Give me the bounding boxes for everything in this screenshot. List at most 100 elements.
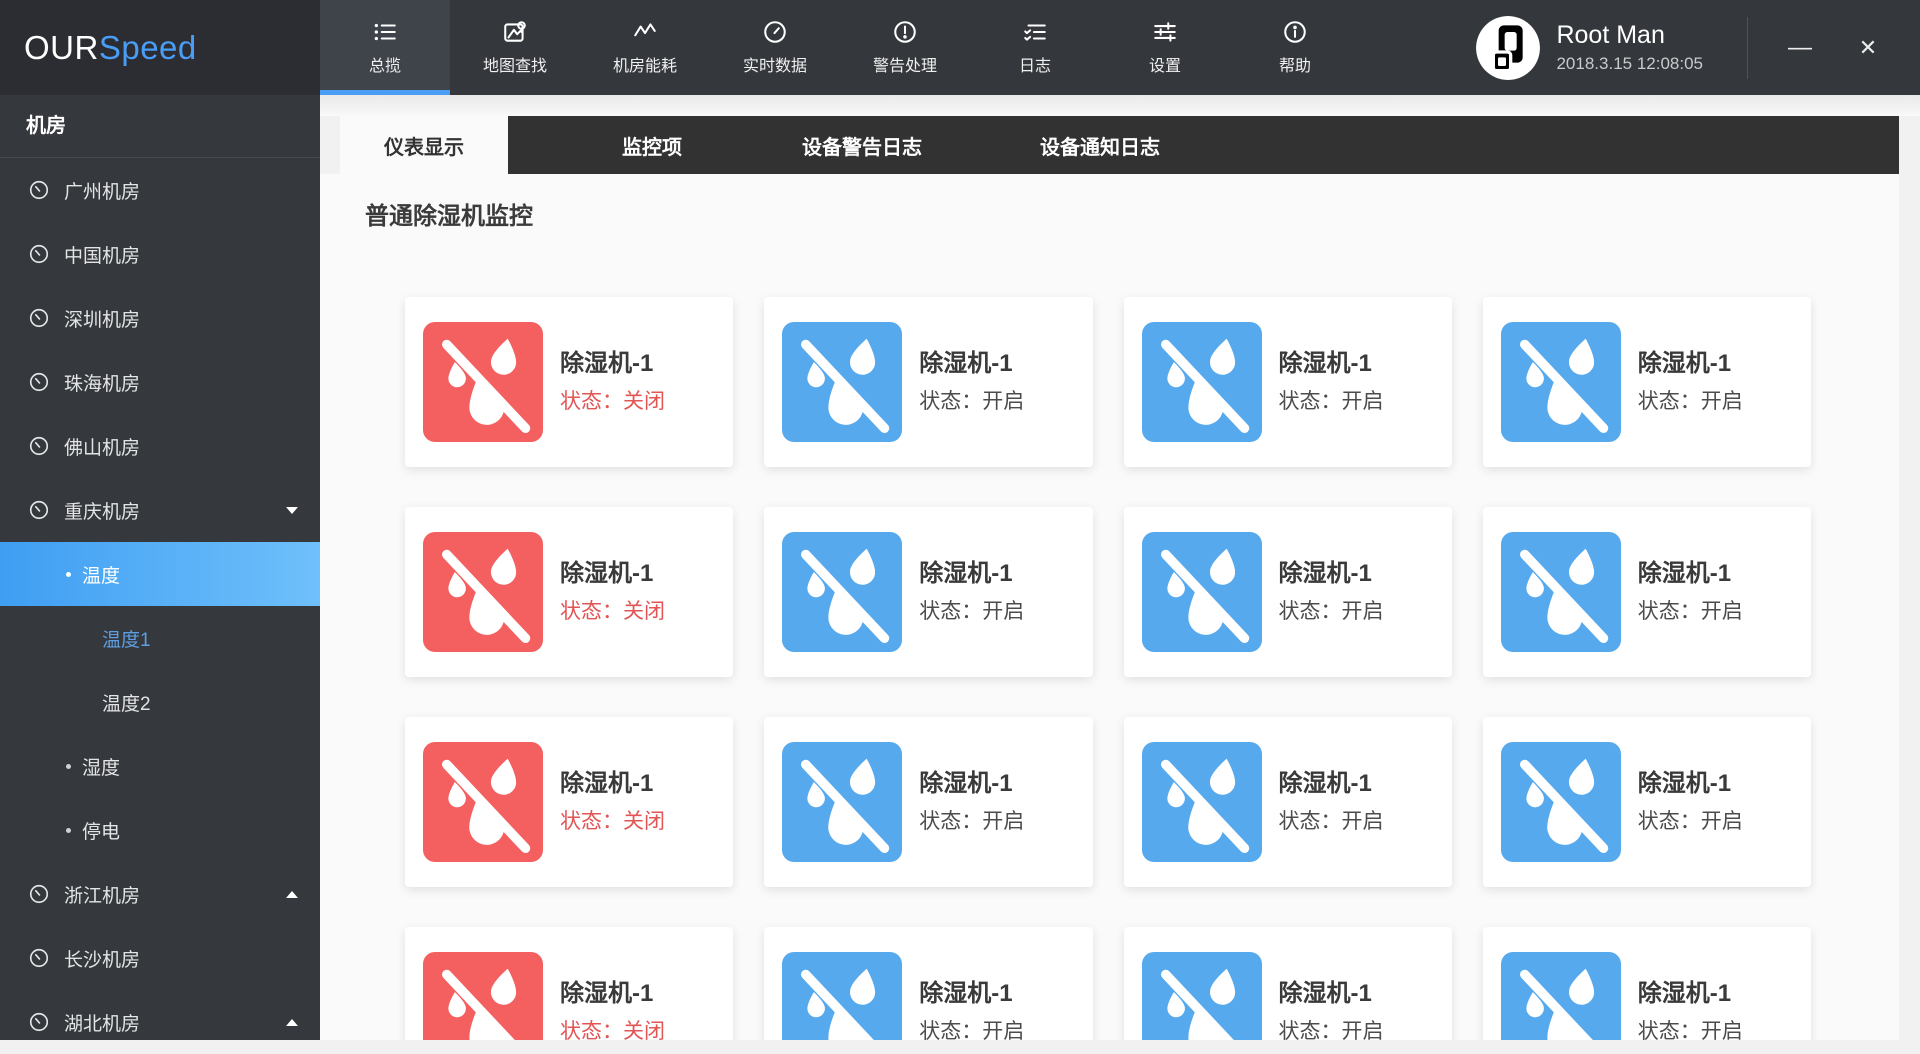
device-name: 除湿机-1 bbox=[919, 978, 1024, 1010]
header-divider bbox=[1747, 17, 1748, 79]
nav-item-settings[interactable]: 设置 bbox=[1100, 0, 1230, 95]
gauge-icon bbox=[28, 1011, 50, 1033]
app-logo: OURSpeed bbox=[24, 29, 197, 67]
device-name: 除湿机-1 bbox=[1638, 348, 1743, 380]
device-card[interactable]: 除湿机-1 状态：开启 bbox=[764, 297, 1092, 467]
sidebar-item-湿度[interactable]: 湿度 bbox=[0, 734, 320, 798]
sidebar-item-label: 佛山机房 bbox=[64, 433, 140, 460]
sidebar-item-温度2[interactable]: 温度2 bbox=[0, 670, 320, 734]
device-card[interactable]: 除湿机-1 状态：关闭 bbox=[405, 927, 733, 1040]
sidebar-item-湖北机房[interactable]: 湖北机房 bbox=[0, 990, 320, 1054]
device-card[interactable]: 除湿机-1 状态：关闭 bbox=[405, 297, 733, 467]
device-card[interactable]: 除湿机-1 状态：关闭 bbox=[405, 507, 733, 677]
sidebar-item-label: 浙江机房 bbox=[64, 881, 140, 908]
device-card[interactable]: 除湿机-1 状态：开启 bbox=[764, 927, 1092, 1040]
nav-item-overview[interactable]: 总揽 bbox=[320, 0, 450, 95]
sidebar-item-label: 珠海机房 bbox=[64, 369, 140, 396]
main-content: 仪表显示 监控项 设备警告日志 设备通知日志 普通除湿机监控 除湿机-1 状态：… bbox=[320, 95, 1920, 1040]
sidebar-item-label: 重庆机房 bbox=[64, 497, 140, 524]
tab-device-warning-log[interactable]: 设备警告日志 bbox=[738, 116, 986, 174]
device-status: 状态：开启 bbox=[1638, 1018, 1743, 1040]
dehumidifier-on-icon bbox=[1142, 952, 1262, 1040]
nav-item-realtime-data[interactable]: 实时数据 bbox=[710, 0, 840, 95]
device-card-text: 除湿机-1 状态：开启 bbox=[1279, 768, 1384, 836]
alert-circle-icon bbox=[892, 19, 918, 45]
device-card-text: 除湿机-1 状态：关闭 bbox=[560, 768, 665, 836]
device-card[interactable]: 除湿机-1 状态：关闭 bbox=[405, 717, 733, 887]
sidebar-item-停电[interactable]: 停电 bbox=[0, 798, 320, 862]
device-status: 状态：开启 bbox=[1279, 808, 1384, 836]
user-name: Root Man bbox=[1556, 21, 1703, 50]
tab-device-notice-log[interactable]: 设备通知日志 bbox=[986, 116, 1214, 174]
device-name: 除湿机-1 bbox=[1638, 558, 1743, 590]
sidebar-list: 广州机房 中国机房 深圳机房 珠海机房 佛山机房 重庆机房 bbox=[0, 158, 320, 1054]
sidebar-item-佛山机房[interactable]: 佛山机房 bbox=[0, 414, 320, 478]
sidebar-item-长沙机房[interactable]: 长沙机房 bbox=[0, 926, 320, 990]
dehumidifier-on-icon bbox=[1501, 952, 1621, 1040]
nav-item-logs[interactable]: 日志 bbox=[970, 0, 1100, 95]
device-card[interactable]: 除湿机-1 状态：开启 bbox=[1483, 927, 1811, 1040]
sidebar-item-温度[interactable]: 温度 bbox=[0, 542, 320, 606]
dehumidifier-off-icon bbox=[423, 322, 543, 442]
dehumidifier-on-icon bbox=[782, 322, 902, 442]
nav-item-map-search[interactable]: 地图查找 bbox=[450, 0, 580, 95]
device-card[interactable]: 除湿机-1 状态：开启 bbox=[764, 507, 1092, 677]
avatar[interactable] bbox=[1476, 16, 1540, 80]
device-card-text: 除湿机-1 状态：开启 bbox=[1279, 978, 1384, 1040]
nav-label: 帮助 bbox=[1279, 52, 1311, 76]
nav-item-help[interactable]: 帮助 bbox=[1230, 0, 1360, 95]
dehumidifier-off-icon bbox=[423, 742, 543, 862]
datetime: 2018.3.15 12:08:05 bbox=[1556, 54, 1703, 74]
device-name: 除湿机-1 bbox=[919, 768, 1024, 800]
caret-icon bbox=[286, 891, 298, 898]
sidebar-item-深圳机房[interactable]: 深圳机房 bbox=[0, 286, 320, 350]
nav-item-alerts[interactable]: 警告处理 bbox=[840, 0, 970, 95]
device-card-text: 除湿机-1 状态：关闭 bbox=[560, 978, 665, 1040]
device-name: 除湿机-1 bbox=[560, 768, 665, 800]
minimize-button[interactable]: — bbox=[1774, 0, 1826, 95]
gauge-icon bbox=[28, 883, 50, 905]
device-name: 除湿机-1 bbox=[919, 558, 1024, 590]
dehumidifier-on-icon bbox=[1142, 532, 1262, 652]
device-status: 状态：开启 bbox=[1638, 388, 1743, 416]
device-card[interactable]: 除湿机-1 状态：开启 bbox=[764, 717, 1092, 887]
device-status: 状态：关闭 bbox=[560, 388, 665, 416]
dehumidifier-on-icon bbox=[782, 532, 902, 652]
device-status: 状态：开启 bbox=[919, 808, 1024, 836]
dehumidifier-on-icon bbox=[1142, 322, 1262, 442]
device-card[interactable]: 除湿机-1 状态：开启 bbox=[1124, 297, 1452, 467]
nav-label: 总揽 bbox=[369, 52, 401, 76]
device-status: 状态：开启 bbox=[1638, 598, 1743, 626]
device-status: 状态：关闭 bbox=[560, 808, 665, 836]
close-button[interactable]: ✕ bbox=[1842, 0, 1894, 95]
tab-monitor-items[interactable]: 监控项 bbox=[566, 116, 738, 174]
device-card-text: 除湿机-1 状态：开启 bbox=[919, 348, 1024, 416]
device-card[interactable]: 除湿机-1 状态：开启 bbox=[1483, 297, 1811, 467]
sidebar-item-重庆机房[interactable]: 重庆机房 bbox=[0, 478, 320, 542]
device-card[interactable]: 除湿机-1 状态：开启 bbox=[1124, 507, 1452, 677]
device-name: 除湿机-1 bbox=[919, 348, 1024, 380]
device-card[interactable]: 除湿机-1 状态：开启 bbox=[1483, 717, 1811, 887]
device-card[interactable]: 除湿机-1 状态：开启 bbox=[1124, 717, 1452, 887]
dehumidifier-on-icon bbox=[1501, 532, 1621, 652]
gauge-icon bbox=[28, 243, 50, 265]
content-panel: 普通除湿机监控 除湿机-1 状态：关闭 除湿机-1 状态：开启 bbox=[320, 174, 1899, 1040]
device-status: 状态：开启 bbox=[1638, 808, 1743, 836]
sidebar-item-浙江机房[interactable]: 浙江机房 bbox=[0, 862, 320, 926]
tab-meter-display[interactable]: 仪表显示 bbox=[340, 116, 508, 174]
sidebar-item-label: 温度1 bbox=[102, 625, 151, 652]
sidebar-item-广州机房[interactable]: 广州机房 bbox=[0, 158, 320, 222]
device-card[interactable]: 除湿机-1 状态：开启 bbox=[1483, 507, 1811, 677]
sidebar-item-温度1[interactable]: 温度1 bbox=[0, 606, 320, 670]
device-card-text: 除湿机-1 状态：开启 bbox=[1638, 558, 1743, 626]
device-status: 状态：开启 bbox=[919, 388, 1024, 416]
dehumidifier-on-icon bbox=[782, 742, 902, 862]
sidebar-item-珠海机房[interactable]: 珠海机房 bbox=[0, 350, 320, 414]
nav-label: 日志 bbox=[1019, 52, 1051, 76]
top-nav: 总揽 地图查找 机房能耗 实时数据 警告处理 bbox=[320, 0, 1360, 95]
device-card[interactable]: 除湿机-1 状态：开启 bbox=[1124, 927, 1452, 1040]
sidebar-item-中国机房[interactable]: 中国机房 bbox=[0, 222, 320, 286]
pulse-line-icon bbox=[632, 19, 658, 45]
logo-area: OURSpeed bbox=[0, 0, 320, 95]
nav-item-energy[interactable]: 机房能耗 bbox=[580, 0, 710, 95]
